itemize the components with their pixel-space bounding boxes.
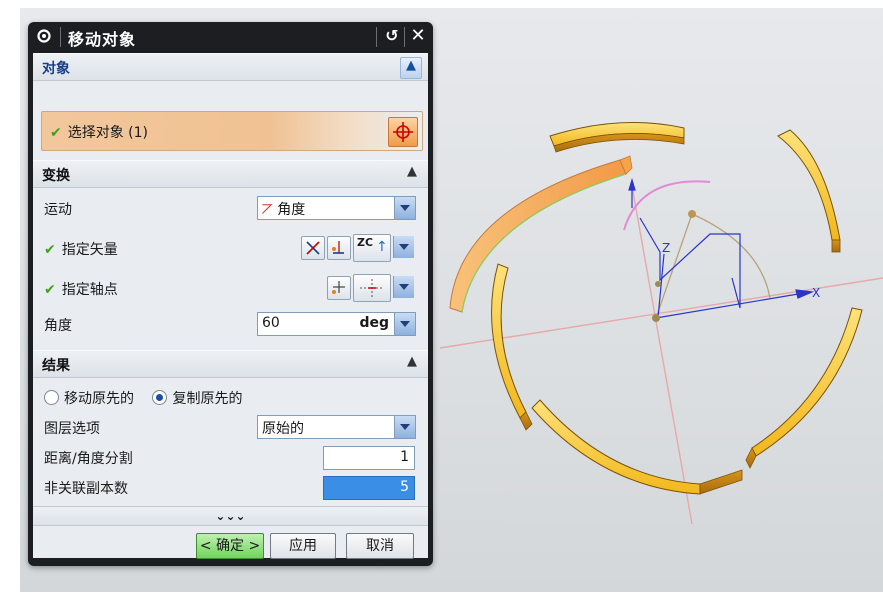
move-original-label: 移动原先的 (64, 391, 134, 407)
distance-angle-label: 距离/角度分割 (44, 451, 133, 467)
collapse-icon[interactable]: ▲ (402, 164, 422, 184)
vector-row: ✔ 指定矢量 ZC ↑ (33, 233, 428, 263)
result-mode-row: 移动原先的 复制原先的 (33, 382, 428, 412)
distance-angle-row: 距离/角度分割 1 (33, 442, 428, 472)
checkmark-icon: ✔ (44, 282, 56, 298)
select-object-label: 选择对象 (1) (67, 125, 149, 141)
section-transform-label: 变换 (42, 168, 70, 184)
copies-label: 非关联副本数 (44, 481, 128, 497)
x-axis-label: X (812, 286, 820, 300)
pivot-label: 指定轴点 (61, 282, 118, 298)
distance-angle-value: 1 (400, 449, 409, 465)
layer-option-label: 图层选项 (44, 421, 100, 437)
dialog-title: 移动对象 (68, 30, 137, 49)
expand-more-button[interactable]: ⌄⌄⌄ (33, 506, 428, 526)
layer-option-select[interactable]: 原始的 (257, 415, 416, 439)
ring-segment-right-upper[interactable] (777, 129, 841, 253)
ring-segment-top[interactable] (549, 122, 685, 153)
vector-dropdown[interactable] (390, 236, 414, 258)
reset-icon[interactable]: ↺ (382, 26, 402, 46)
pivot-row: ✔ 指定轴点 (33, 273, 428, 303)
motion-label: 运动 (44, 202, 72, 218)
vector-dialog-icon[interactable] (327, 236, 351, 260)
angle-unit: deg (359, 315, 389, 331)
unit-menu-icon[interactable] (394, 313, 415, 335)
zc-label: ZC (357, 236, 374, 249)
construction-axes (439, 185, 883, 525)
ring-segment-selected[interactable] (449, 155, 633, 313)
zc-vector-button[interactable]: ZC ↑ (353, 234, 391, 262)
point-inference-button[interactable] (353, 274, 391, 302)
chevron-down-icon[interactable] (394, 197, 415, 219)
collapse-icon[interactable]: ▲ (400, 57, 422, 79)
chevron-down-icon[interactable] (393, 276, 414, 298)
copies-input[interactable]: 5 (323, 476, 415, 500)
checkmark-icon: ✔ (50, 125, 62, 141)
motion-value: 角度 (277, 202, 306, 218)
section-result-label: 结果 (42, 358, 70, 374)
chevron-down-icon[interactable] (394, 416, 415, 438)
layer-option-value: 原始的 (262, 421, 304, 437)
copy-original-radio[interactable] (152, 390, 168, 405)
dialog-titlebar[interactable]: 移动对象 ↺ ✕ (28, 22, 433, 52)
z-axis-label: Z (662, 241, 670, 255)
apply-button[interactable]: 应用 (270, 533, 336, 559)
ring-segment-bottom[interactable] (531, 399, 743, 495)
layer-option-row: 图层选项 原始的 (33, 412, 428, 442)
section-result-header[interactable]: 结果 ▲ (33, 350, 428, 378)
copies-row: 非关联副本数 5 (33, 472, 428, 502)
copy-original-label: 复制原先的 (172, 391, 243, 407)
reverse-direction-icon[interactable] (301, 236, 325, 260)
gear-icon (36, 28, 52, 44)
section-transform-header[interactable]: 变换 ▲ (33, 160, 428, 188)
angle-row: 角度 60 deg (33, 309, 428, 339)
move-object-dialog: 移动对象 ↺ ✕ 对象 ▲ ✔ 选择对象 (1) 变换 ▲ 运动 ⦢ 角度 ✔ … (28, 22, 433, 566)
crosshair-icon[interactable] (388, 117, 418, 147)
motion-select[interactable]: ⦢ 角度 (257, 196, 416, 220)
checkmark-icon: ✔ (44, 242, 56, 258)
collapse-icon[interactable]: ▲ (402, 354, 422, 374)
arrow-up-icon: ↑ (376, 239, 388, 255)
distance-angle-input[interactable]: 1 (323, 446, 415, 470)
pivot-dropdown[interactable] (390, 276, 414, 298)
dialog-body: 对象 ▲ ✔ 选择对象 (1) 变换 ▲ 运动 ⦢ 角度 ✔ 指定矢量 ZC ↑… (33, 53, 428, 559)
cancel-button[interactable]: 取消 (346, 533, 414, 559)
angle-label: 角度 (44, 318, 72, 334)
move-original-radio[interactable] (44, 390, 59, 405)
ring-segment-right-lower[interactable] (745, 307, 863, 469)
motion-row: 运动 ⦢ 角度 (33, 193, 428, 223)
select-object-row[interactable]: ✔ 选择对象 (1) (41, 111, 423, 151)
ok-button[interactable]: < 确定 > (196, 533, 264, 559)
angle-motion-icon: ⦢ (262, 202, 278, 218)
angle-value: 60 (262, 315, 280, 331)
point-dialog-icon[interactable] (327, 276, 351, 300)
section-object-header[interactable]: 对象 ▲ (33, 53, 428, 81)
chevron-down-icon[interactable] (393, 236, 414, 258)
close-icon[interactable]: ✕ (408, 25, 428, 47)
section-object-label: 对象 (42, 61, 70, 77)
vector-label: 指定矢量 (61, 242, 118, 258)
ring-segment-left-lower[interactable] (491, 263, 533, 431)
copies-value: 5 (400, 479, 409, 495)
vector-triad (628, 177, 815, 319)
angle-input[interactable]: 60 deg (257, 312, 416, 336)
chevrons-down-icon: ⌄⌄⌄ (215, 509, 246, 523)
